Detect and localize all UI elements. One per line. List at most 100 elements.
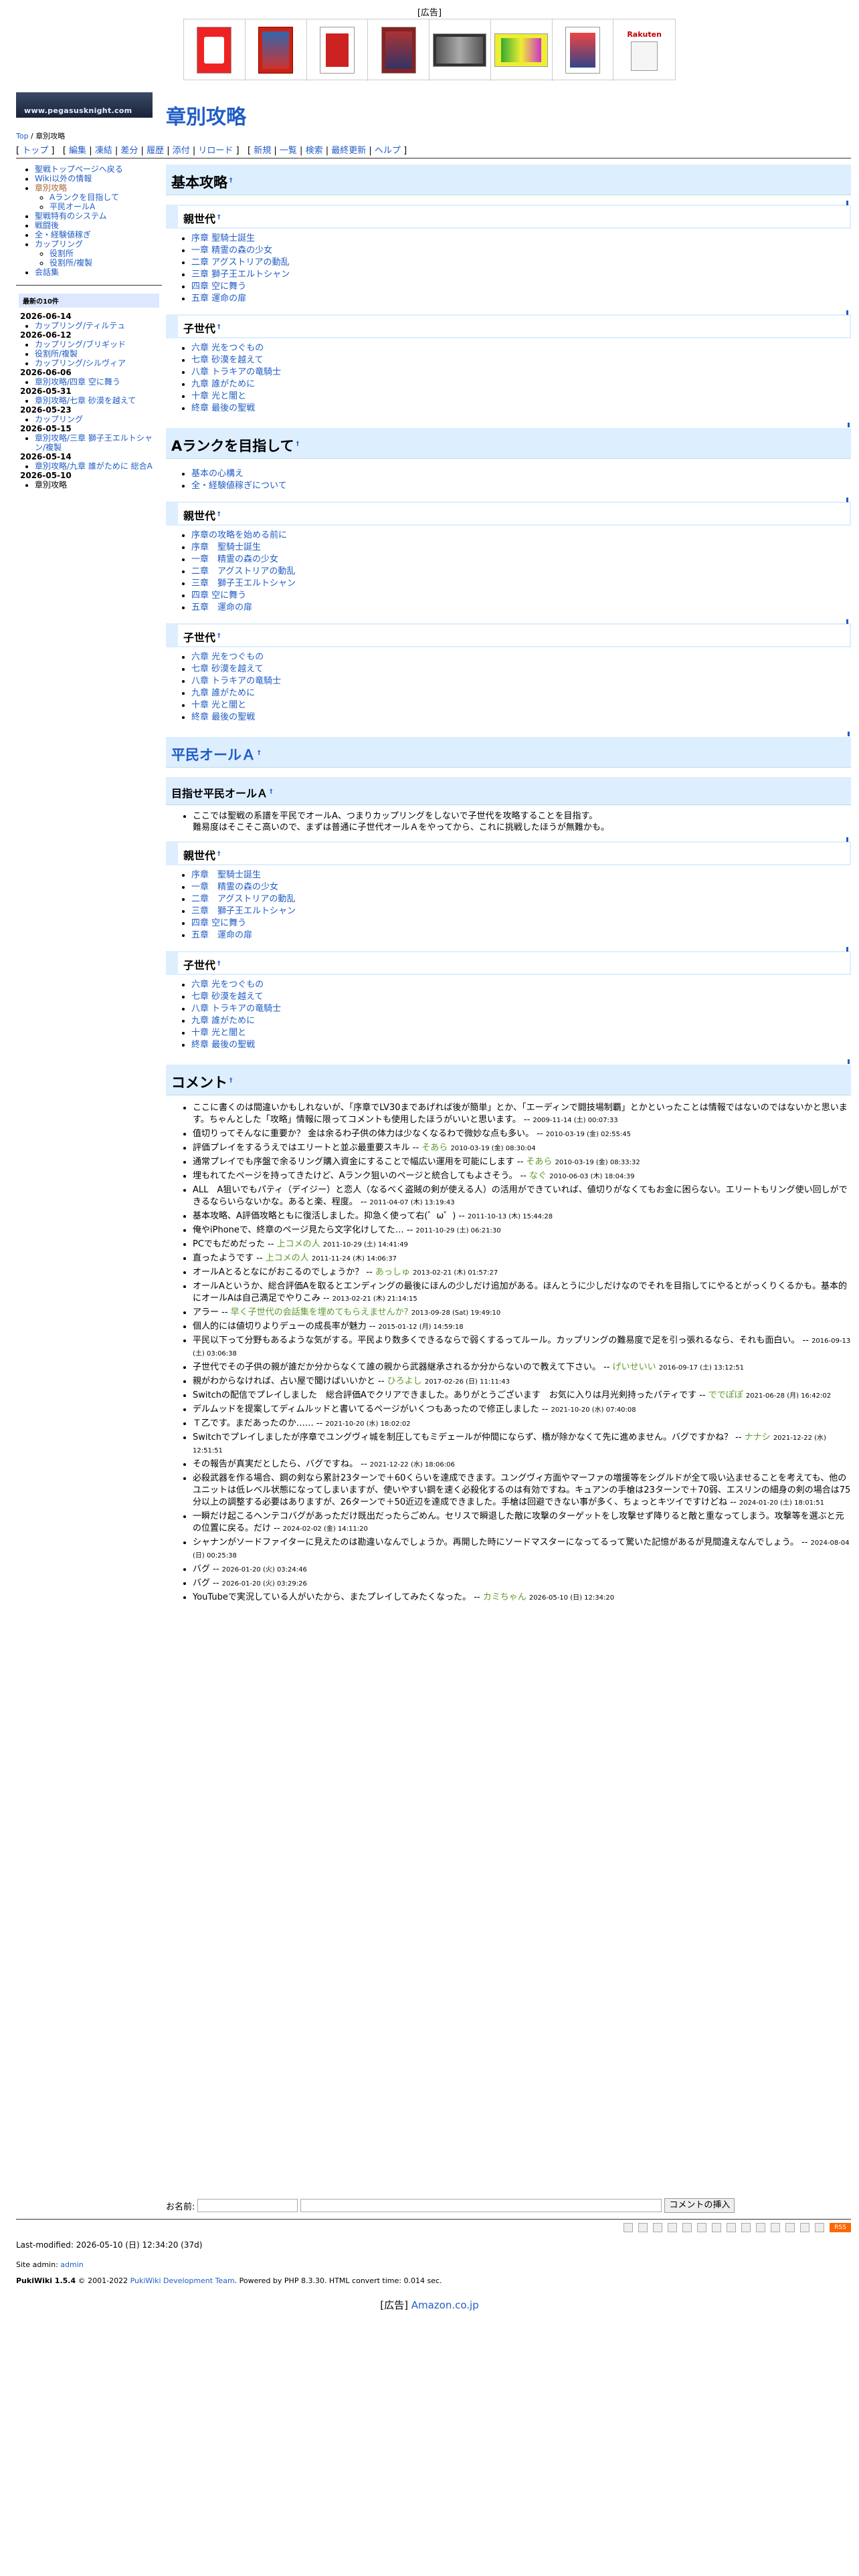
chapter-link[interactable]: 終章 最後の聖戦 [191, 1040, 255, 1050]
anchor-link[interactable]: † [217, 511, 221, 518]
chapter-link[interactable]: 序章 聖騎士誕生 [191, 233, 255, 243]
ad-product-1[interactable] [184, 19, 246, 81]
nav-reload[interactable]: リロード [198, 146, 233, 156]
chapter-link[interactable]: 四章 空に舞う [191, 918, 246, 928]
top-link[interactable] [846, 947, 848, 952]
chapter-link[interactable]: 七章 砂漠を越えて [191, 992, 263, 1002]
breadcrumb-top-link[interactable]: Top [16, 132, 29, 140]
chapter-link[interactable]: 九章 誰がために [191, 1016, 255, 1026]
nav-edit[interactable]: 編集 [69, 146, 86, 156]
chapter-link[interactable]: 序章 聖騎士誕生 [191, 870, 261, 880]
chapter-link[interactable]: 三章 獅子王エルトシャン [191, 906, 296, 916]
ad-product-4[interactable] [368, 19, 430, 81]
anchor-link[interactable]: † [217, 214, 221, 221]
nav-help[interactable]: ヘルプ [375, 146, 401, 156]
anchor-link[interactable]: † [229, 1077, 233, 1084]
chapter-link[interactable]: 七章 砂漠を越えて [191, 355, 263, 365]
top-icon[interactable] [624, 2223, 633, 2232]
top-link[interactable] [846, 498, 848, 502]
ad-product-8[interactable]: Rakuten [613, 19, 675, 81]
rss-icon[interactable]: RSS [830, 2223, 851, 2232]
backup-icon[interactable] [682, 2223, 692, 2232]
chapter-link[interactable]: 三章 獅子王エルトシャン [191, 270, 290, 280]
anchor-link[interactable]: † [217, 633, 221, 639]
nav-new[interactable]: 新規 [254, 146, 271, 156]
submit-comment-button[interactable]: コメントの挿入 [664, 2198, 735, 2213]
list-icon[interactable] [771, 2223, 780, 2232]
chapter-link[interactable]: 一章 精霊の森の少女 [191, 554, 278, 564]
chapter-link[interactable]: 四章 空に舞う [191, 282, 246, 292]
chapter-link[interactable]: 一章 精霊の森の少女 [191, 882, 278, 892]
chapter-link[interactable]: 二章 アグストリアの動乱 [191, 566, 295, 576]
chapter-link[interactable]: 十章 光と闇と [191, 391, 246, 401]
top-link[interactable] [848, 423, 850, 427]
chapter-link[interactable]: 二章 アグストリアの動乱 [191, 257, 289, 267]
admin-link[interactable]: admin [60, 2260, 83, 2269]
name-input[interactable] [197, 2199, 298, 2212]
top-link[interactable] [848, 732, 850, 736]
diff-icon[interactable] [668, 2223, 677, 2232]
help-icon[interactable] [815, 2223, 824, 2232]
chapter-link[interactable]: 終章 最後の聖戦 [191, 403, 255, 413]
chapter-link[interactable]: 五章 運命の扉 [191, 603, 252, 613]
chapter-link[interactable]: 六章 光をつぐもの [191, 343, 264, 353]
nav-freeze[interactable]: 凍結 [95, 146, 112, 156]
chapter-link[interactable]: 六章 光をつぐもの [191, 652, 264, 662]
anchor-link[interactable]: † [270, 788, 273, 795]
chapter-link[interactable]: 十章 光と闇と [191, 1028, 246, 1038]
chapter-link[interactable]: 八章 トラキアの竜騎士 [191, 676, 281, 686]
anchor-link[interactable]: † [229, 177, 233, 184]
nav-attach[interactable]: 添付 [173, 146, 190, 156]
dev-team-link[interactable]: PukiWiki Development Team [130, 2276, 235, 2285]
rename-icon[interactable] [727, 2223, 736, 2232]
upload-icon[interactable] [697, 2223, 706, 2232]
ad-product-strip[interactable]: Rakuten [183, 19, 676, 81]
new-icon[interactable] [756, 2223, 765, 2232]
ad-product-6[interactable] [491, 19, 553, 81]
anchor-link[interactable]: † [217, 851, 221, 857]
chapter-link[interactable]: 終章 最後の聖戦 [191, 712, 255, 722]
chapter-link[interactable]: 八章 トラキアの竜騎士 [191, 367, 281, 377]
edit-icon[interactable] [638, 2223, 648, 2232]
top-link[interactable] [846, 837, 848, 842]
freeze-icon[interactable] [653, 2223, 662, 2232]
top-link[interactable] [846, 619, 848, 624]
chapter-link[interactable]: 九章 誰がために [191, 688, 255, 698]
anchor-link[interactable]: † [217, 324, 221, 330]
chapter-link[interactable]: 九章 誰がために [191, 379, 255, 389]
nav-list[interactable]: 一覧 [280, 146, 297, 156]
chapter-link[interactable]: 一章 精霊の森の少女 [191, 245, 272, 255]
chapter-link[interactable]: 六章 光をつぐもの [191, 980, 264, 990]
chapter-link[interactable]: 七章 砂漠を越えて [191, 664, 263, 674]
chapter-link[interactable]: 五章 運命の扉 [191, 294, 246, 304]
chapter-link[interactable]: 二章 アグストリアの動乱 [191, 894, 295, 904]
copy-icon[interactable] [712, 2223, 721, 2232]
chapter-link[interactable]: 八章 トラキアの竜騎士 [191, 1004, 281, 1014]
anchor-link[interactable]: † [217, 960, 221, 967]
top-link[interactable] [848, 1059, 850, 1064]
anchor-link[interactable]: † [296, 441, 300, 447]
chapter-link[interactable]: 五章 運命の扉 [191, 930, 252, 940]
chapter-link[interactable]: 十章 光と闇と [191, 700, 246, 710]
ad-product-7[interactable] [553, 19, 614, 81]
top-link[interactable] [846, 310, 848, 315]
anchor-link[interactable]: † [258, 750, 261, 756]
chapter-link[interactable]: 序章の攻略を始める前に [191, 530, 287, 540]
ad-product-3[interactable] [307, 19, 369, 81]
ad-product-5[interactable] [430, 19, 491, 81]
ad-product-2[interactable] [246, 19, 307, 81]
amazon-link[interactable]: Amazon.co.jp [411, 2299, 479, 2311]
nav-diff[interactable]: 差分 [120, 146, 138, 156]
nav-top[interactable]: トップ [22, 146, 48, 156]
top-link[interactable] [846, 201, 848, 205]
chapter-link[interactable]: 序章 聖騎士誕生 [191, 542, 261, 552]
search-icon[interactable] [785, 2223, 795, 2232]
nav-recent[interactable]: 最終更新 [331, 146, 366, 156]
recent-icon[interactable] [800, 2223, 809, 2232]
page-title[interactable]: 章別攻略 [166, 100, 246, 130]
guide-link[interactable]: 基本の心構え [191, 469, 244, 479]
nav-search[interactable]: 検索 [306, 146, 323, 156]
site-logo[interactable]: www.pegasusknight.com [16, 92, 153, 118]
comment-input[interactable] [300, 2199, 662, 2212]
chapter-link[interactable]: 四章 空に舞う [191, 591, 246, 601]
